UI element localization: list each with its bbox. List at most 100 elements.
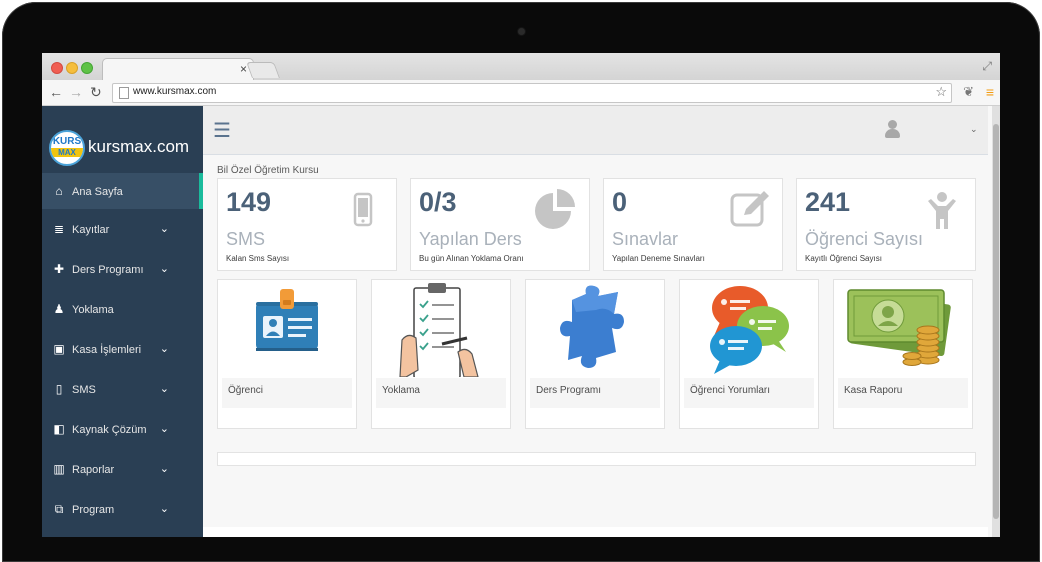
org-name: Bil Özel Öğretim Kursu [217,165,319,176]
sidebar-item-sms[interactable]: ▯ SMS ⌄ [42,371,203,411]
sidebar-item-label: Ders Programı [72,264,144,276]
stat-label: Yapılan Ders [419,229,522,249]
tile-caption: Yoklama [376,378,506,408]
page-scrollbar[interactable] [992,106,1000,537]
camera [518,28,525,35]
sidebar-item-label: Kaynak Çözüm [72,424,147,436]
sidebar-item-program[interactable]: ⧉ Program ⌄ [42,491,203,531]
chevron-down-icon: ⌄ [159,263,169,275]
sidebar-item-label: Ana Sayfa [72,186,123,198]
tile-caption: Öğrenci Yorumları [684,378,814,408]
puzzle-icon: ✚ [53,262,65,276]
sidebar: KURS MAX kursmax.com ⌂ Ana Sayfa ≣ Kayıt… [42,106,203,537]
page-icon [119,87,129,99]
stat-label: SMS [226,229,266,249]
child-icon [928,192,956,229]
chevron-down-icon[interactable]: ⌄ [970,124,978,135]
close-tab-icon[interactable]: × [240,62,247,76]
tile-caption: Öğrenci [222,378,352,408]
chat-bubbles-icon [710,286,789,374]
stat-value: 0 [612,187,628,217]
bottom-panel [217,452,976,466]
bar-chart-icon: ▥ [53,462,65,476]
book-icon: ◧ [53,422,65,436]
edit-icon [730,191,769,227]
sidebar-item-raporlar[interactable]: ▥ Raporlar ⌄ [42,451,203,491]
avatar-head [888,120,897,129]
puzzle-piece-icon [560,285,624,368]
tile-caption-text: Kasa Raporu [844,385,903,396]
url-text[interactable]: www.kursmax.com [133,86,216,97]
mobile-icon [353,192,373,227]
chevron-down-icon: ⌄ [159,223,169,235]
chevron-down-icon: ⌄ [159,463,169,475]
tile-caption-text: Öğrenci [228,385,264,396]
tile-kasa-raporu[interactable]: Kasa Raporu [833,279,973,429]
main-content: ☰ ⌄ Bil Özel Öğretim Kursu 149 SMS Kalan… [203,106,992,537]
scrollbar-thumb[interactable] [993,124,999,519]
leaf-icon[interactable]: ❦ [963,84,974,100]
sidebar-menu: ⌂ Ana Sayfa ≣ Kayıtlar ⌄ ✚ Ders Programı… [42,173,203,531]
expand-icon[interactable]: ⤢ [982,59,992,74]
avatar-body [885,129,900,138]
sidebar-item-label: Program [72,504,115,516]
tile-caption-text: Ders Programı [536,385,602,396]
chevron-down-icon: ⌄ [159,503,169,515]
money-stack-icon [847,289,951,366]
tile-yoklama[interactable]: Yoklama [371,279,511,429]
stat-label: Öğrenci Sayısı [805,229,924,249]
minimize-window-button[interactable] [66,62,78,74]
stat-desc: Yapılan Deneme Sınavları [612,254,705,263]
brand[interactable]: KURS MAX kursmax.com [42,106,203,172]
sidebar-item-kayitlar[interactable]: ≣ Kayıtlar ⌄ [42,211,203,251]
arrow-left-icon[interactable]: ← [49,84,63,100]
stat-card-sms: 149 SMS Kalan Sms Sayısı [217,178,397,271]
close-window-button[interactable] [51,62,63,74]
sidebar-item-label: Yoklama [72,304,114,316]
sidebar-item-label: SMS [72,384,96,396]
tile-caption: Kasa Raporu [838,378,968,408]
sidebar-item-label: Raporlar [72,464,115,476]
id-badge-icon [256,289,318,351]
copy-icon: ⧉ [54,502,64,516]
sidebar-item-label: Kasa İşlemleri [72,344,142,356]
database-icon: ≣ [53,222,65,236]
browser-tab[interactable]: × [102,58,254,81]
maximize-window-button[interactable] [81,62,93,74]
brand-logo: KURS MAX [49,130,85,166]
hamburger-icon[interactable]: ≡ [986,84,994,100]
screen: × ⤢ ← → ↻ www.kursmax.com ☆ ❦ ≡ KURS MAX… [42,53,1000,537]
reload-icon[interactable]: ↻ [90,84,102,100]
logo-text-bottom: MAX [51,148,83,157]
sidebar-item-kaynak-cozum[interactable]: ◧ Kaynak Çözüm ⌄ [42,411,203,451]
person-icon: ♟ [53,302,65,316]
user-avatar[interactable] [885,120,900,138]
tile-ders-programi[interactable]: Ders Programı [525,279,665,429]
bottom-strip [203,527,988,537]
star-icon[interactable]: ☆ [935,84,947,100]
address-bar[interactable]: www.kursmax.com ☆ [112,83,952,103]
tile-caption-text: Öğrenci Yorumları [690,385,771,396]
menu-toggle-icon[interactable]: ☰ [213,118,231,143]
chevron-down-icon: ⌄ [159,423,169,435]
tile-ogrenci[interactable]: Öğrenci [217,279,357,429]
brand-name: kursmax.com [88,137,190,156]
tile-caption-text: Yoklama [382,385,420,396]
mobile-icon: ▯ [55,382,63,396]
sidebar-item-ders-programi[interactable]: ✚ Ders Programı ⌄ [42,251,203,291]
arrow-right-icon[interactable]: → [69,84,83,100]
sidebar-item-ana-sayfa[interactable]: ⌂ Ana Sayfa [42,173,203,209]
web-app: KURS MAX kursmax.com ⌂ Ana Sayfa ≣ Kayıt… [42,106,1000,537]
stat-value: 0/3 [419,187,457,217]
sidebar-item-label: Kayıtlar [72,224,110,236]
tile-ogrenci-yorumlari[interactable]: Öğrenci Yorumları [679,279,819,429]
stat-label: Sınavlar [612,229,679,249]
new-tab-button[interactable] [246,62,280,78]
home-icon: ⌂ [55,184,63,198]
tile-caption: Ders Programı [530,378,660,408]
sidebar-item-kasa-islemleri[interactable]: ▣ Kasa İşlemleri ⌄ [42,331,203,371]
stat-value: 149 [226,187,272,217]
stat-desc: Kayıtlı Öğrenci Sayısı [805,254,882,263]
sidebar-item-yoklama[interactable]: ♟ Yoklama [42,291,203,331]
stat-card-students: 241 Öğrenci Sayısı Kayıtlı Öğrenci Sayıs… [796,178,976,271]
